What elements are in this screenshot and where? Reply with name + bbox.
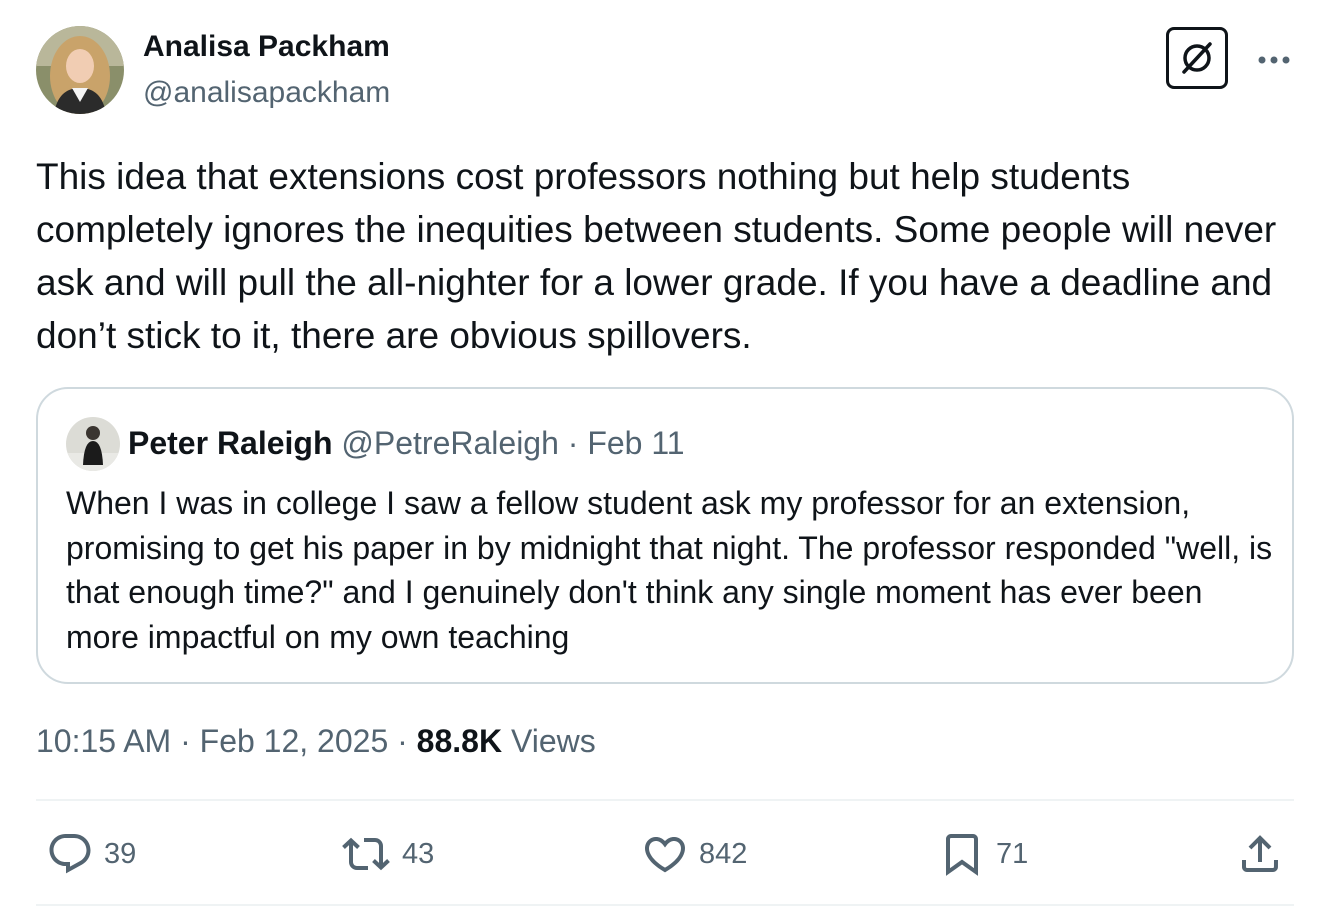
share-button[interactable]	[1236, 828, 1294, 880]
repost-icon	[342, 837, 390, 871]
grok-button[interactable]	[1166, 27, 1228, 89]
tweet-meta: 10:15 AM · Feb 12, 2025 · 88.8K Views	[36, 723, 596, 760]
quote-author-handle[interactable]: @PetreRaleigh	[341, 425, 558, 461]
quoted-tweet[interactable]: Peter Raleigh @PetreRaleigh · Feb 11 Whe…	[36, 387, 1294, 684]
grok-icon	[1182, 42, 1212, 74]
author-avatar[interactable]	[36, 26, 124, 114]
repost-count: 43	[402, 837, 435, 870]
quote-header: Peter Raleigh @PetreRaleigh · Feb 11	[128, 425, 685, 462]
heart-icon	[644, 837, 686, 873]
divider	[36, 799, 1294, 801]
bookmark-count: 71	[996, 837, 1029, 870]
reply-count: 39	[104, 837, 137, 870]
views-label[interactable]: Views	[511, 723, 596, 759]
reply-button[interactable]: 39	[46, 828, 136, 880]
like-count: 842	[699, 837, 748, 870]
author-name[interactable]: Analisa Packham	[143, 30, 390, 64]
bookmark-icon	[946, 834, 978, 876]
quote-avatar[interactable]	[66, 417, 120, 471]
reply-icon	[49, 834, 91, 874]
tweet-time[interactable]: 10:15 AM	[36, 723, 171, 759]
more-button[interactable]	[1254, 44, 1294, 76]
like-button[interactable]: 842	[641, 828, 747, 880]
quote-author-name[interactable]: Peter Raleigh	[128, 425, 333, 461]
quote-separator: ·	[567, 425, 588, 461]
meta-separator: ·	[388, 723, 417, 759]
author-handle[interactable]: @analisapackham	[143, 76, 390, 110]
tweet-text: This idea that extensions cost professor…	[36, 156, 1287, 356]
tweet-date[interactable]: Feb 12, 2025	[200, 723, 389, 759]
more-icon	[1258, 56, 1290, 64]
repost-button[interactable]: 43	[340, 828, 434, 880]
bookmark-button[interactable]: 71	[938, 828, 1028, 880]
profile-photo-icon	[66, 417, 120, 471]
quote-date[interactable]: Feb 11	[587, 425, 684, 461]
meta-separator: ·	[171, 723, 200, 759]
quote-text: When I was in college I saw a fellow stu…	[66, 485, 1273, 655]
profile-photo-icon	[36, 26, 124, 114]
share-icon	[1242, 835, 1278, 872]
views-count[interactable]: 88.8K	[417, 723, 502, 759]
